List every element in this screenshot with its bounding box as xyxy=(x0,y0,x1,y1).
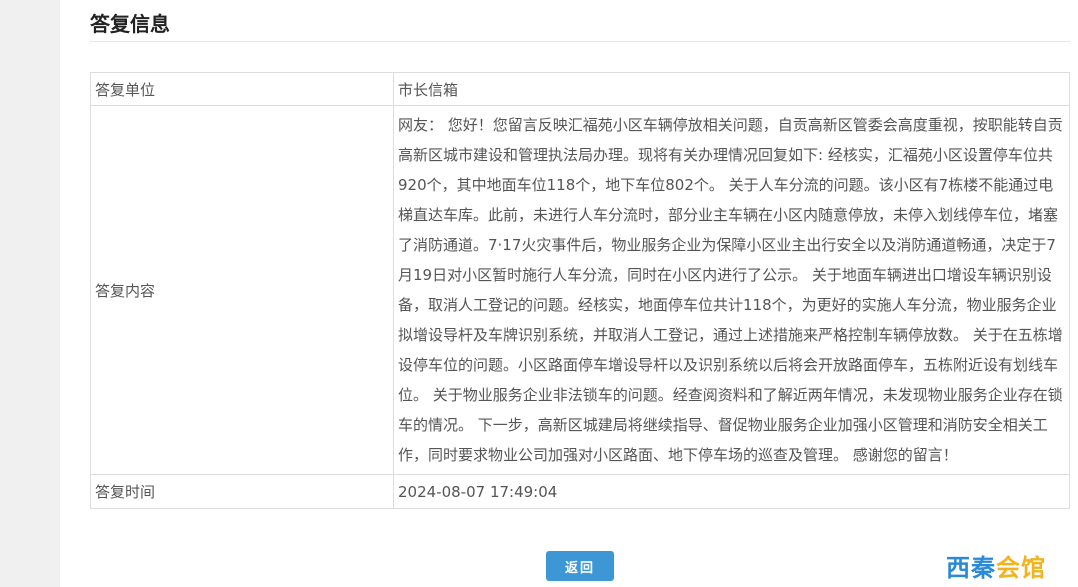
reply-table: 答复单位 市长信箱 答复内容 网友： 您好！您留言反映汇福苑小区车辆停放相关问题… xyxy=(90,72,1070,509)
reply-content-label: 答复内容 xyxy=(90,105,394,475)
reply-time-label: 答复时间 xyxy=(90,474,394,509)
reply-unit-label: 答复单位 xyxy=(90,72,394,106)
watermark-part2: 会馆 xyxy=(996,554,1046,582)
table-row-unit: 答复单位 市长信箱 xyxy=(90,72,1070,106)
section-title: 答复信息 xyxy=(90,12,170,36)
watermark-part1: 西秦 xyxy=(946,554,996,582)
table-row-content: 答复内容 网友： 您好！您留言反映汇福苑小区车辆停放相关问题，自贡高新区管委会高… xyxy=(90,105,1070,475)
watermark-logo: 西秦会馆 xyxy=(946,548,1046,583)
reply-panel: 答复信息 答复单位 市长信箱 答复内容 网友： 您好！您留言反映汇福苑小区车辆停… xyxy=(60,0,1078,587)
back-button[interactable]: 返回 xyxy=(546,551,614,581)
reply-unit-value: 市长信箱 xyxy=(393,72,1070,106)
title-divider xyxy=(90,41,1070,42)
table-row-time: 答复时间 2024-08-07 17:49:04 xyxy=(90,474,1070,509)
reply-time-value: 2024-08-07 17:49:04 xyxy=(393,474,1070,509)
reply-content-value: 网友： 您好！您留言反映汇福苑小区车辆停放相关问题，自贡高新区管委会高度重视，按… xyxy=(393,105,1070,475)
